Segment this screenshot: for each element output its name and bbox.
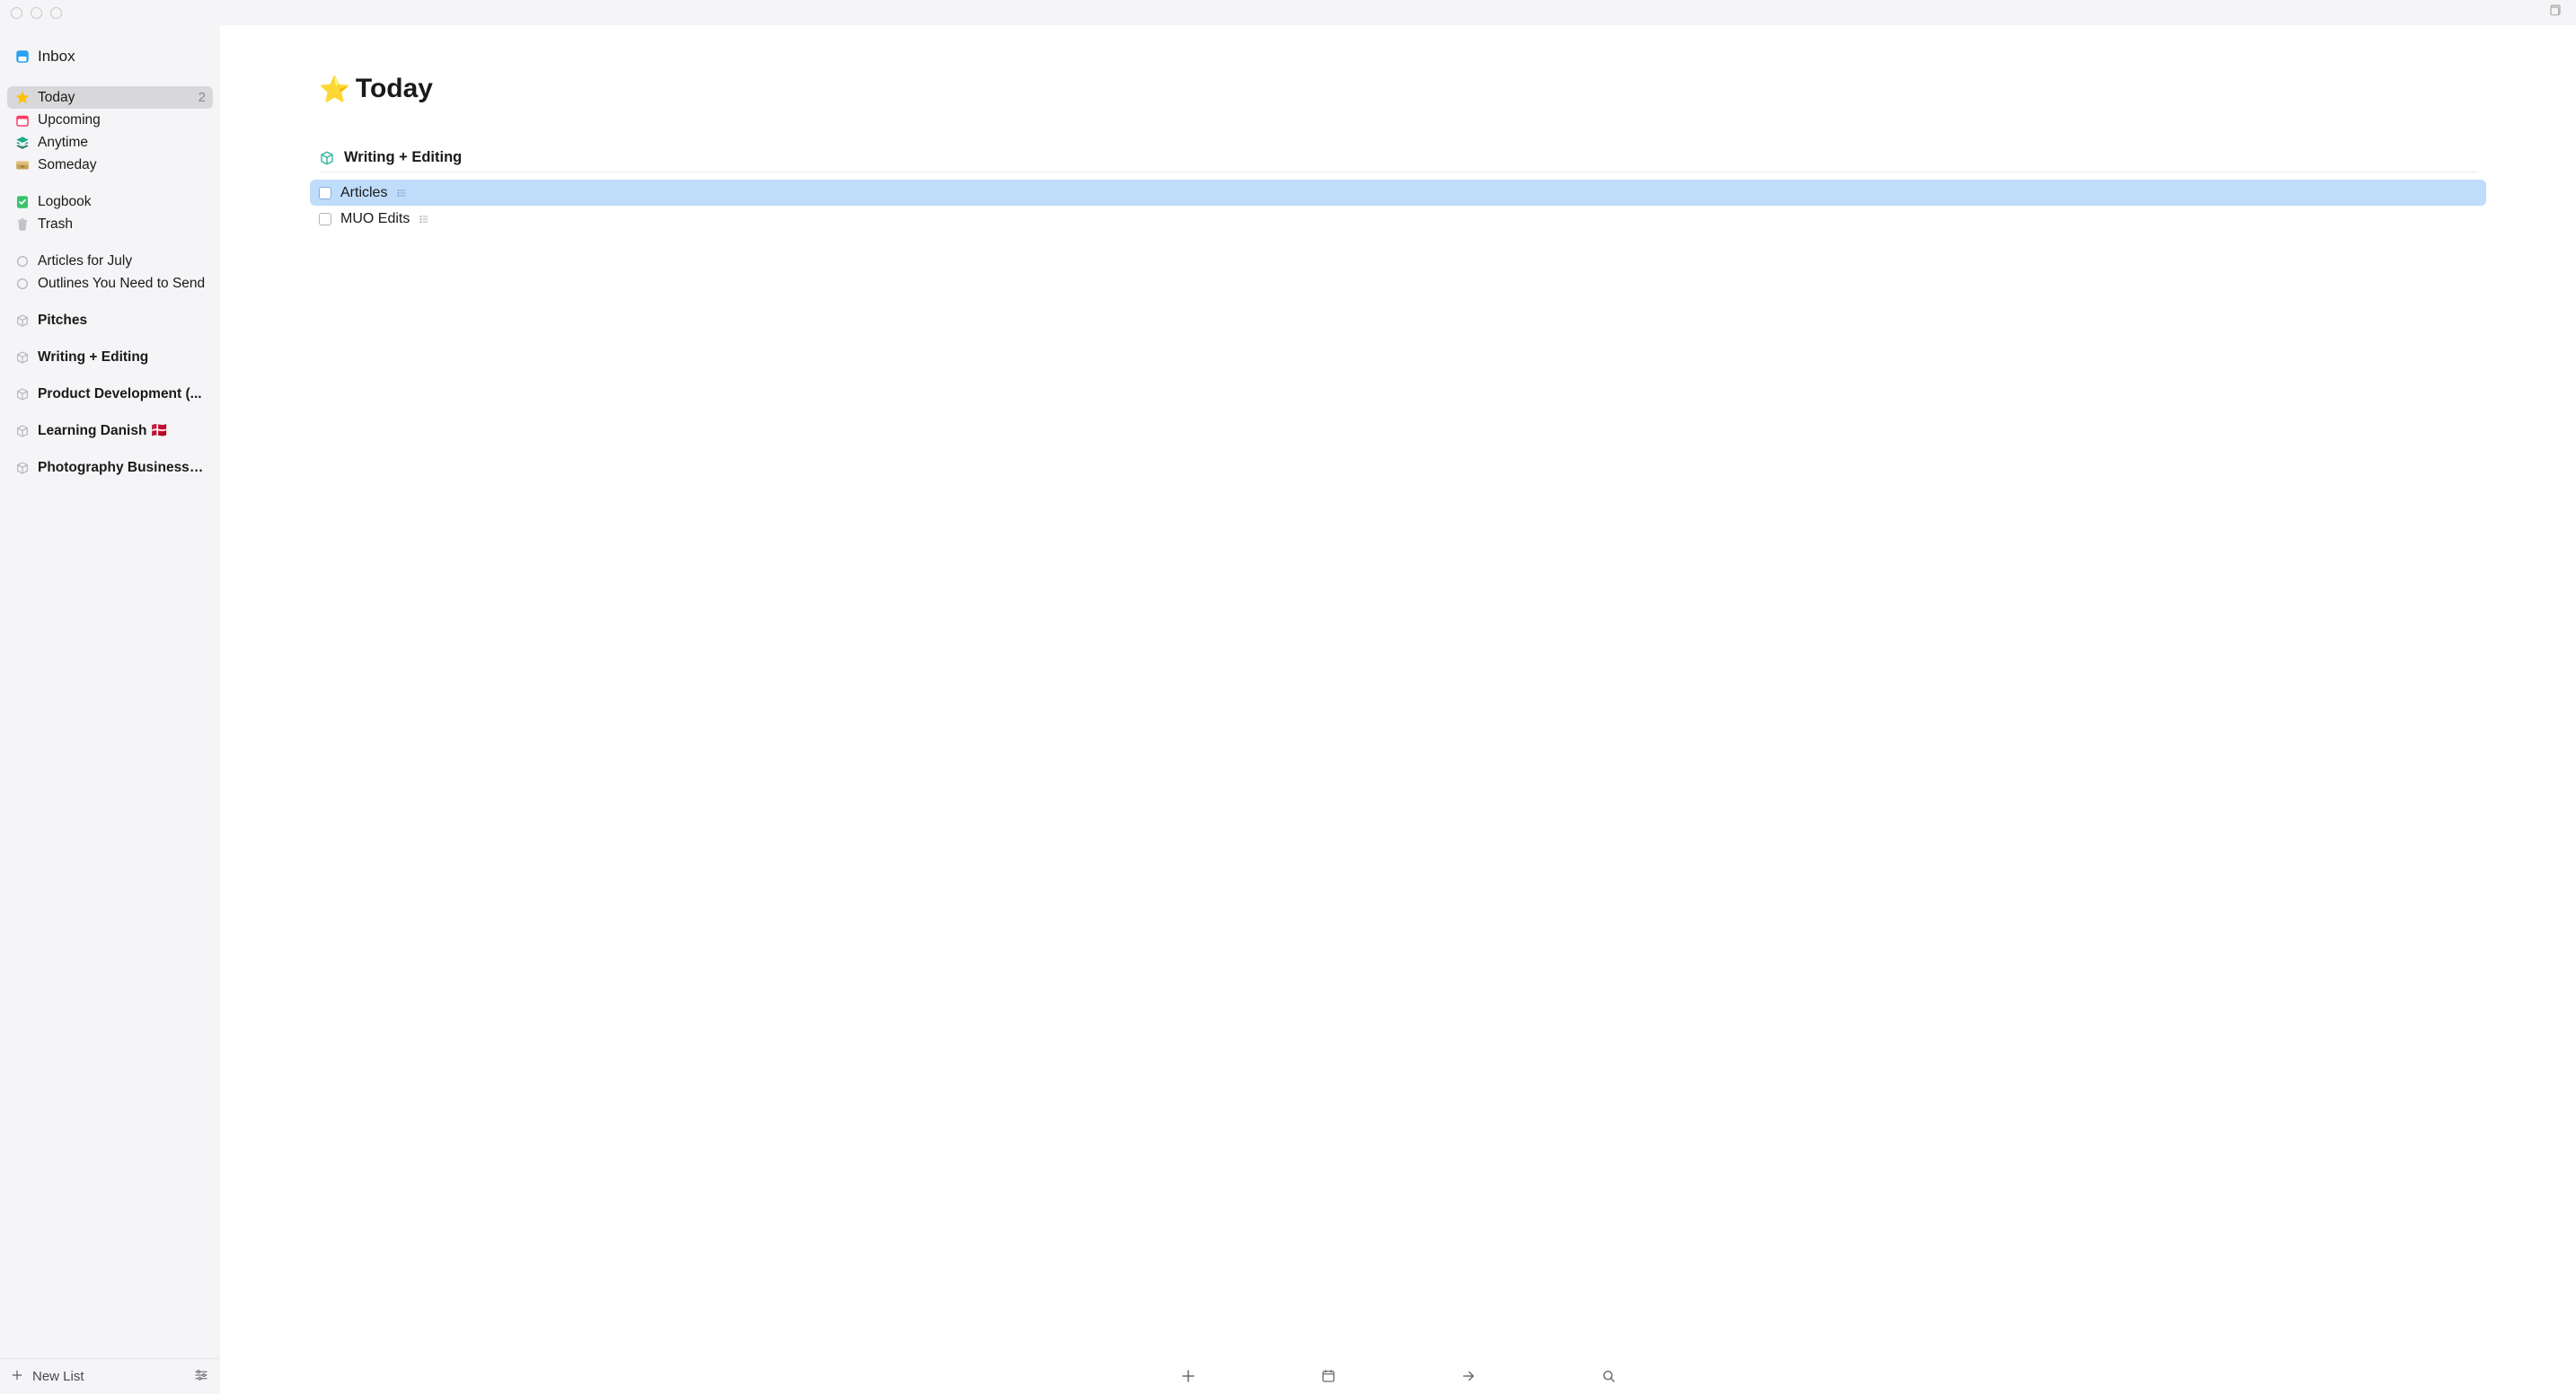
checklist-icon — [419, 214, 429, 225]
checklist-icon — [396, 188, 407, 199]
new-list-button[interactable]: New List — [11, 1369, 84, 1385]
task-checkbox[interactable] — [319, 187, 331, 199]
task-row-articles[interactable]: Articles — [310, 180, 2486, 206]
drawer-icon — [14, 157, 31, 173]
area-box-icon — [14, 386, 31, 402]
main-pane: ⭐ Today Writing + Editing Articles MUO E… — [220, 25, 2576, 1394]
layers-icon — [14, 135, 31, 151]
sidebar-item-articles-for-july[interactable]: Articles for July — [7, 250, 213, 272]
main-toolbar — [220, 1358, 2576, 1394]
sidebar-area-pitches[interactable]: Pitches — [7, 309, 213, 331]
task-row-muo-edits[interactable]: MUO Edits — [310, 206, 2486, 232]
star-icon — [14, 90, 31, 106]
sidebar-area-photography-business[interactable]: Photography Business 📸 — [7, 456, 213, 479]
sidebar-item-today[interactable]: Today 2 — [7, 86, 213, 109]
sidebar-item-label: Pitches — [38, 313, 206, 329]
sidebar-item-label: Inbox — [38, 48, 206, 66]
page-title: Today — [356, 74, 433, 104]
logbook-icon — [14, 194, 31, 210]
sidebar-footer: New List — [0, 1358, 220, 1394]
trash-icon — [14, 216, 31, 233]
sidebar-item-logbook[interactable]: Logbook — [7, 190, 213, 213]
minimize-window-button[interactable] — [31, 7, 42, 19]
sidebar-item-label: Writing + Editing — [38, 349, 206, 366]
sidebar-item-label: Product Development (... — [38, 386, 206, 402]
sidebar-item-trash[interactable]: Trash — [7, 213, 213, 235]
sidebar-item-outlines-you-need-to-send[interactable]: Outlines You Need to Send — [7, 272, 213, 295]
area-box-icon — [14, 349, 31, 366]
sidebar-item-anytime[interactable]: Anytime — [7, 131, 213, 154]
sidebar-item-someday[interactable]: Someday — [7, 154, 213, 176]
sidebar-item-label: Trash — [38, 216, 206, 233]
open-new-window-icon[interactable] — [2547, 4, 2562, 22]
sidebar-item-label: Learning Danish 🇩🇰 — [38, 422, 206, 439]
sidebar-item-label: Someday — [38, 157, 206, 173]
area-box-icon — [14, 313, 31, 329]
inbox-icon — [14, 49, 31, 65]
window-titlebar — [0, 0, 2576, 25]
star-icon: ⭐ — [319, 75, 350, 104]
sidebar-item-label: Upcoming — [38, 112, 206, 128]
close-window-button[interactable] — [11, 7, 22, 19]
schedule-button[interactable] — [1319, 1366, 1338, 1386]
sidebar-area-product-development[interactable]: Product Development (... — [7, 383, 213, 405]
area-box-icon — [14, 423, 31, 439]
section-header-writing-editing[interactable]: Writing + Editing — [319, 149, 2477, 172]
task-label: MUO Edits — [340, 211, 410, 227]
sidebar-item-label: Articles for July — [38, 253, 206, 269]
move-button[interactable] — [1459, 1366, 1478, 1386]
new-list-label: New List — [32, 1369, 84, 1384]
search-button[interactable] — [1599, 1366, 1619, 1386]
project-progress-icon — [14, 253, 31, 269]
sidebar-item-inbox[interactable]: Inbox — [7, 41, 213, 72]
calendar-icon — [14, 112, 31, 128]
sidebar-item-label: Photography Business 📸 — [38, 459, 206, 476]
sidebar-item-upcoming[interactable]: Upcoming — [7, 109, 213, 131]
section-header-label: Writing + Editing — [344, 149, 462, 166]
sidebar-area-learning-danish[interactable]: Learning Danish 🇩🇰 — [7, 419, 213, 442]
new-todo-button[interactable] — [1178, 1366, 1198, 1386]
plus-icon — [11, 1369, 23, 1385]
task-label: Articles — [340, 185, 387, 201]
area-box-icon — [319, 150, 335, 166]
area-box-icon — [14, 460, 31, 476]
project-progress-icon — [14, 276, 31, 292]
settings-icon[interactable] — [193, 1367, 209, 1387]
sidebar: Inbox Today 2 Upcoming — [0, 25, 220, 1394]
sidebar-item-label: Today — [38, 90, 191, 106]
task-checkbox[interactable] — [319, 213, 331, 225]
sidebar-item-label: Outlines You Need to Send — [38, 276, 206, 292]
sidebar-item-label: Logbook — [38, 194, 206, 210]
sidebar-area-writing-editing[interactable]: Writing + Editing — [7, 346, 213, 368]
sidebar-item-count: 2 — [198, 90, 206, 105]
zoom-window-button[interactable] — [50, 7, 62, 19]
page-header: ⭐ Today — [319, 74, 2477, 104]
sidebar-item-label: Anytime — [38, 135, 206, 151]
